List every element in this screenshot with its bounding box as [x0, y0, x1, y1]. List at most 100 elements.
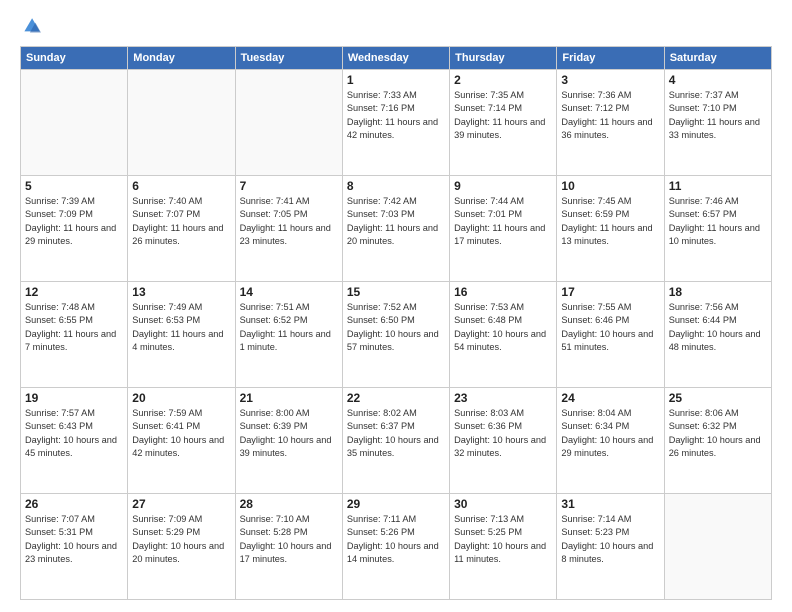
weekday-monday: Monday [128, 47, 235, 70]
day-number: 13 [132, 285, 230, 299]
day-number: 2 [454, 73, 552, 87]
day-number: 24 [561, 391, 659, 405]
day-number: 4 [669, 73, 767, 87]
day-cell: 25Sunrise: 8:06 AM Sunset: 6:32 PM Dayli… [664, 388, 771, 494]
day-number: 11 [669, 179, 767, 193]
day-cell: 15 Sunrise: 7:52 AM Sunset: 6:50 PM Dayli… [342, 282, 449, 388]
day-number: 18 [669, 285, 767, 299]
day-cell: 20Sunrise: 7:59 AM Sunset: 6:41 PM Dayli… [128, 388, 235, 494]
day-info: Sunrise: 7:52 AM Sunset: 6:50 PM Dayligh… [347, 301, 445, 354]
page: SundayMondayTuesdayWednesdayThursdayFrid… [0, 0, 792, 612]
day-cell: 11 Sunrise: 7:46 AM Sunset: 6:57 PM Dayli… [664, 176, 771, 282]
day-number: 16 [454, 285, 552, 299]
day-cell [21, 70, 128, 176]
day-cell: 24Sunrise: 8:04 AM Sunset: 6:34 PM Dayli… [557, 388, 664, 494]
day-number: 22 [347, 391, 445, 405]
day-cell: 21 Sunrise: 8:00 AM Sunset: 6:39 PM Dayli… [235, 388, 342, 494]
day-cell: 14 Sunrise: 7:51 AM Sunset: 6:52 PM Dayli… [235, 282, 342, 388]
day-number: 3 [561, 73, 659, 87]
weekday-header-row: SundayMondayTuesdayWednesdayThursdayFrid… [21, 47, 772, 70]
weekday-wednesday: Wednesday [342, 47, 449, 70]
day-cell: 6 Sunrise: 7:40 AM Sunset: 7:07 PM Daylig… [128, 176, 235, 282]
day-number: 15 [347, 285, 445, 299]
day-cell: 23 Sunrise: 8:03 AM Sunset: 6:36 PM Dayli… [450, 388, 557, 494]
day-info: Sunrise: 7:33 AM Sunset: 7:16 PM Dayligh… [347, 89, 445, 142]
day-info: Sunrise: 7:48 AM Sunset: 6:55 PM Dayligh… [25, 301, 123, 354]
day-cell: 10 Sunrise: 7:45 AM Sunset: 6:59 PM Dayli… [557, 176, 664, 282]
day-cell: 28 Sunrise: 7:10 AM Sunset: 5:28 PM Dayli… [235, 494, 342, 600]
day-cell: 4 Sunrise: 7:37 AM Sunset: 7:10 PM Daylig… [664, 70, 771, 176]
day-number: 5 [25, 179, 123, 193]
day-cell: 8 Sunrise: 7:42 AM Sunset: 7:03 PM Daylig… [342, 176, 449, 282]
day-info: Sunrise: 7:13 AM Sunset: 5:25 PM Dayligh… [454, 513, 552, 566]
day-cell: 1 Sunrise: 7:33 AM Sunset: 7:16 PM Daylig… [342, 70, 449, 176]
day-cell: 17 Sunrise: 7:55 AM Sunset: 6:46 PM Dayli… [557, 282, 664, 388]
day-cell [664, 494, 771, 600]
day-info: Sunrise: 8:02 AM Sunset: 6:37 PM Dayligh… [347, 407, 445, 460]
day-cell: 13 Sunrise: 7:49 AM Sunset: 6:53 PM Dayli… [128, 282, 235, 388]
day-cell: 7 Sunrise: 7:41 AM Sunset: 7:05 PM Daylig… [235, 176, 342, 282]
logo-icon [20, 16, 42, 38]
day-info: Sunrise: 7:11 AM Sunset: 5:26 PM Dayligh… [347, 513, 445, 566]
day-number: 26 [25, 497, 123, 511]
day-number: 12 [25, 285, 123, 299]
day-info: Sunrise: 7:40 AM Sunset: 7:07 PM Dayligh… [132, 195, 230, 248]
weekday-sunday: Sunday [21, 47, 128, 70]
day-cell: 27Sunrise: 7:09 AM Sunset: 5:29 PM Dayli… [128, 494, 235, 600]
day-number: 30 [454, 497, 552, 511]
day-number: 17 [561, 285, 659, 299]
day-info: Sunrise: 7:55 AM Sunset: 6:46 PM Dayligh… [561, 301, 659, 354]
day-cell: 29Sunrise: 7:11 AM Sunset: 5:26 PM Dayli… [342, 494, 449, 600]
day-info: Sunrise: 7:07 AM Sunset: 5:31 PM Dayligh… [25, 513, 123, 566]
day-number: 27 [132, 497, 230, 511]
day-info: Sunrise: 7:35 AM Sunset: 7:14 PM Dayligh… [454, 89, 552, 142]
day-cell [235, 70, 342, 176]
day-info: Sunrise: 8:03 AM Sunset: 6:36 PM Dayligh… [454, 407, 552, 460]
day-info: Sunrise: 7:57 AM Sunset: 6:43 PM Dayligh… [25, 407, 123, 460]
day-cell: 22 Sunrise: 8:02 AM Sunset: 6:37 PM Dayli… [342, 388, 449, 494]
day-number: 6 [132, 179, 230, 193]
day-number: 19 [25, 391, 123, 405]
weekday-friday: Friday [557, 47, 664, 70]
day-cell: 9Sunrise: 7:44 AM Sunset: 7:01 PM Daylig… [450, 176, 557, 282]
day-number: 14 [240, 285, 338, 299]
week-row-1: 1 Sunrise: 7:33 AM Sunset: 7:16 PM Daylig… [21, 70, 772, 176]
day-info: Sunrise: 7:14 AM Sunset: 5:23 PM Dayligh… [561, 513, 659, 566]
day-info: Sunrise: 7:45 AM Sunset: 6:59 PM Dayligh… [561, 195, 659, 248]
day-cell: 12 Sunrise: 7:48 AM Sunset: 6:55 PM Dayli… [21, 282, 128, 388]
day-cell: 19 Sunrise: 7:57 AM Sunset: 6:43 PM Dayli… [21, 388, 128, 494]
day-info: Sunrise: 7:51 AM Sunset: 6:52 PM Dayligh… [240, 301, 338, 354]
day-cell: 18Sunrise: 7:56 AM Sunset: 6:44 PM Dayli… [664, 282, 771, 388]
day-number: 23 [454, 391, 552, 405]
day-number: 8 [347, 179, 445, 193]
week-row-3: 12 Sunrise: 7:48 AM Sunset: 6:55 PM Dayli… [21, 282, 772, 388]
day-number: 28 [240, 497, 338, 511]
day-info: Sunrise: 7:41 AM Sunset: 7:05 PM Dayligh… [240, 195, 338, 248]
day-info: Sunrise: 7:10 AM Sunset: 5:28 PM Dayligh… [240, 513, 338, 566]
day-cell: 2 Sunrise: 7:35 AM Sunset: 7:14 PM Daylig… [450, 70, 557, 176]
day-info: Sunrise: 7:37 AM Sunset: 7:10 PM Dayligh… [669, 89, 767, 142]
day-number: 21 [240, 391, 338, 405]
calendar-table: SundayMondayTuesdayWednesdayThursdayFrid… [20, 46, 772, 600]
day-info: Sunrise: 7:59 AM Sunset: 6:41 PM Dayligh… [132, 407, 230, 460]
day-info: Sunrise: 7:42 AM Sunset: 7:03 PM Dayligh… [347, 195, 445, 248]
day-info: Sunrise: 8:00 AM Sunset: 6:39 PM Dayligh… [240, 407, 338, 460]
weekday-saturday: Saturday [664, 47, 771, 70]
day-cell: 26 Sunrise: 7:07 AM Sunset: 5:31 PM Dayli… [21, 494, 128, 600]
day-number: 31 [561, 497, 659, 511]
logo [20, 16, 46, 38]
day-cell: 16 Sunrise: 7:53 AM Sunset: 6:48 PM Dayli… [450, 282, 557, 388]
day-cell: 3 Sunrise: 7:36 AM Sunset: 7:12 PM Daylig… [557, 70, 664, 176]
day-info: Sunrise: 7:46 AM Sunset: 6:57 PM Dayligh… [669, 195, 767, 248]
day-info: Sunrise: 7:53 AM Sunset: 6:48 PM Dayligh… [454, 301, 552, 354]
day-number: 7 [240, 179, 338, 193]
day-number: 25 [669, 391, 767, 405]
day-info: Sunrise: 7:49 AM Sunset: 6:53 PM Dayligh… [132, 301, 230, 354]
day-number: 9 [454, 179, 552, 193]
day-number: 10 [561, 179, 659, 193]
day-cell: 31 Sunrise: 7:14 AM Sunset: 5:23 PM Dayli… [557, 494, 664, 600]
day-number: 1 [347, 73, 445, 87]
day-cell: 5Sunrise: 7:39 AM Sunset: 7:09 PM Daylig… [21, 176, 128, 282]
week-row-5: 26 Sunrise: 7:07 AM Sunset: 5:31 PM Dayli… [21, 494, 772, 600]
day-info: Sunrise: 7:36 AM Sunset: 7:12 PM Dayligh… [561, 89, 659, 142]
